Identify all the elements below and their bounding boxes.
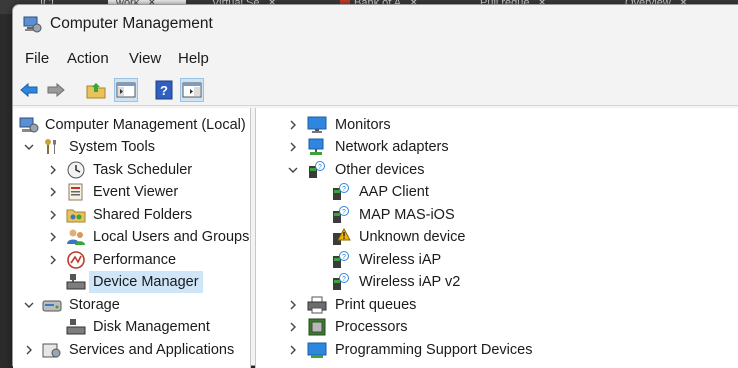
computer-management-window: Computer Management File Action View Hel… bbox=[12, 4, 738, 368]
menu-bar: File Action View Help bbox=[13, 46, 738, 72]
chevron-down-icon[interactable] bbox=[22, 136, 36, 158]
tree-item-label: Services and Applications bbox=[69, 342, 235, 358]
tree-item-label: Task Scheduler bbox=[93, 162, 193, 178]
printer-icon bbox=[307, 296, 327, 314]
menu-view[interactable]: View bbox=[129, 50, 161, 67]
back-arrow-icon[interactable] bbox=[18, 79, 40, 101]
clock-icon bbox=[67, 161, 85, 179]
network-adapter-icon bbox=[308, 138, 324, 155]
device-category-label: Other devices bbox=[335, 162, 425, 178]
unknown-device-icon: ? bbox=[333, 273, 349, 290]
device-manager-icon bbox=[66, 274, 86, 290]
chevron-right-icon[interactable] bbox=[46, 226, 60, 248]
monitor-icon bbox=[307, 116, 327, 133]
tree-item-label: Storage bbox=[69, 297, 120, 313]
device-category-label: Programming Support Devices bbox=[335, 342, 533, 358]
processor-icon bbox=[308, 318, 326, 336]
chevron-right-icon[interactable] bbox=[46, 204, 60, 226]
forward-arrow-icon[interactable] bbox=[45, 79, 67, 101]
chevron-right-icon[interactable] bbox=[286, 114, 300, 136]
warning-icon bbox=[333, 228, 351, 245]
svg-text:?: ? bbox=[342, 254, 346, 261]
tree-item-label: Local Users and Groups bbox=[93, 229, 250, 245]
programming-device-icon bbox=[307, 342, 327, 358]
svg-text:?: ? bbox=[342, 209, 346, 216]
unknown-device-icon: ? bbox=[333, 251, 349, 268]
help-icon[interactable]: ? bbox=[153, 79, 175, 101]
title-bar[interactable]: Computer Management bbox=[13, 5, 738, 43]
users-icon bbox=[67, 229, 85, 245]
tree-item-label: Shared Folders bbox=[93, 207, 193, 223]
up-folder-icon[interactable] bbox=[85, 79, 107, 101]
window-title: Computer Management bbox=[50, 15, 213, 32]
computer-management-icon bbox=[23, 16, 42, 33]
device-item-label: Wireless iAP bbox=[359, 252, 442, 268]
chevron-down-icon[interactable] bbox=[22, 294, 36, 316]
toolbar: ? bbox=[13, 75, 738, 106]
tools-icon bbox=[45, 139, 56, 154]
device-list-pane: Monitors Network adapters ? Other device… bbox=[255, 108, 738, 368]
chevron-right-icon[interactable] bbox=[46, 249, 60, 271]
device-item-label: AAP Client bbox=[359, 184, 429, 200]
tree-item-label: Device Manager bbox=[89, 271, 203, 293]
console-tree-icon[interactable] bbox=[114, 78, 138, 102]
chevron-right-icon[interactable] bbox=[46, 159, 60, 181]
unknown-device-icon: ? bbox=[309, 161, 325, 178]
svg-text:?: ? bbox=[342, 186, 346, 193]
device-item-label: Wireless iAP v2 bbox=[359, 274, 461, 290]
tree-item-label: System Tools bbox=[69, 139, 155, 155]
chevron-right-icon[interactable] bbox=[286, 294, 300, 316]
menu-action[interactable]: Action bbox=[67, 50, 109, 67]
svg-text:?: ? bbox=[342, 276, 346, 283]
services-icon bbox=[42, 343, 61, 358]
chevron-right-icon[interactable] bbox=[286, 316, 300, 338]
storage-icon bbox=[42, 300, 62, 312]
device-item-label: Unknown device bbox=[359, 229, 466, 245]
chevron-right-icon[interactable] bbox=[286, 339, 300, 361]
tree-item-label: Performance bbox=[93, 252, 177, 268]
device-category-label: Print queues bbox=[335, 297, 417, 313]
svg-text:?: ? bbox=[318, 164, 322, 171]
menu-help[interactable]: Help bbox=[178, 50, 209, 67]
chevron-right-icon[interactable] bbox=[46, 181, 60, 203]
shared-folder-icon bbox=[66, 209, 86, 223]
action-pane-icon[interactable] bbox=[180, 78, 204, 102]
device-category-label: Processors bbox=[335, 319, 408, 335]
device-item-label: MAP MAS-iOS bbox=[359, 207, 455, 223]
tree-item-label: Disk Management bbox=[93, 319, 210, 335]
chevron-down-icon[interactable] bbox=[286, 159, 300, 181]
computer-management-icon bbox=[19, 117, 39, 133]
svg-text:?: ? bbox=[160, 83, 168, 98]
tree-item-label: Event Viewer bbox=[93, 184, 179, 200]
unknown-device-icon: ? bbox=[333, 206, 349, 223]
disk-management-icon bbox=[66, 319, 86, 335]
chevron-right-icon[interactable] bbox=[22, 339, 36, 361]
device-category-label: Monitors bbox=[335, 117, 391, 133]
unknown-device-icon: ? bbox=[333, 183, 349, 200]
event-viewer-icon bbox=[68, 183, 83, 201]
performance-icon bbox=[67, 251, 85, 269]
device-category-label: Network adapters bbox=[335, 139, 449, 155]
console-tree-pane: Computer Management (Local) System Tools… bbox=[13, 108, 251, 368]
tree-item-label: Computer Management (Local) bbox=[45, 117, 246, 133]
menu-file[interactable]: File bbox=[25, 50, 49, 67]
chevron-right-icon[interactable] bbox=[286, 136, 300, 158]
